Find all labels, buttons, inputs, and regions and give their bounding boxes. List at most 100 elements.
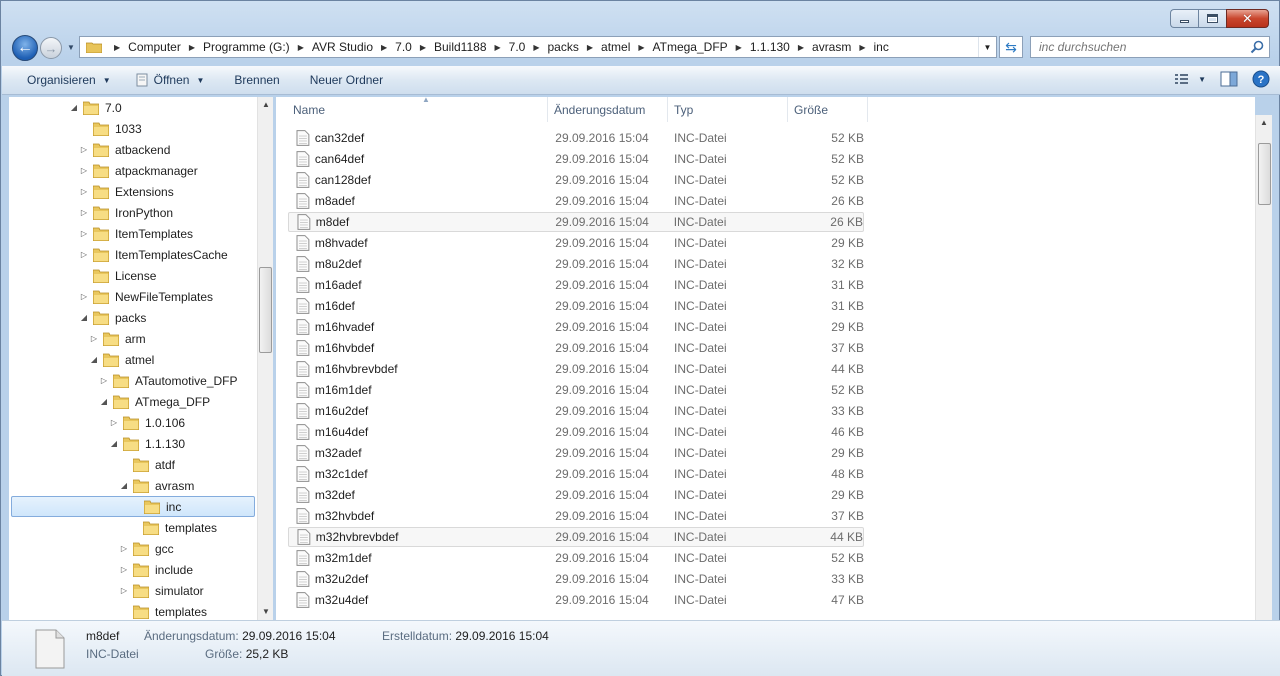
expand-arrow-icon[interactable]: ▷: [79, 187, 89, 196]
breadcrumb-item[interactable]: avrasm: [812, 40, 851, 54]
breadcrumb-separator-icon[interactable]: ▶: [533, 43, 539, 52]
minimize-button[interactable]: [1170, 9, 1198, 28]
file-row[interactable]: m16def 29.09.2016 15:04 INC-Datei 31 KB: [288, 296, 864, 316]
navigation-scrollbar[interactable]: ▲ ▼: [257, 97, 273, 620]
collapse-arrow-icon[interactable]: ◢: [99, 397, 109, 406]
file-row[interactable]: m16u4def 29.09.2016 15:04 INC-Datei 46 KB: [288, 422, 864, 442]
tree-item[interactable]: templates: [129, 517, 217, 538]
scroll-down-arrow-icon[interactable]: ▼: [258, 604, 274, 620]
expand-arrow-icon[interactable]: ▷: [79, 208, 89, 217]
breadcrumb-separator-icon[interactable]: ▶: [381, 43, 387, 52]
breadcrumb-item[interactable]: ATmega_DFP: [653, 40, 728, 54]
tree-item[interactable]: ◢ atmel: [89, 349, 154, 370]
refresh-button[interactable]: ⇆: [999, 36, 1023, 58]
back-button[interactable]: ←: [12, 35, 38, 61]
maximize-button[interactable]: [1198, 9, 1226, 28]
forward-button[interactable]: →: [40, 37, 62, 59]
breadcrumb-separator-icon[interactable]: ▶: [859, 43, 865, 52]
breadcrumb-separator-icon[interactable]: ▶: [798, 43, 804, 52]
burn-button[interactable]: Brennen: [216, 66, 291, 94]
breadcrumb-item[interactable]: AVR Studio: [312, 40, 373, 54]
file-row[interactable]: can128def 29.09.2016 15:04 INC-Datei 52 KB: [288, 170, 864, 190]
collapse-arrow-icon[interactable]: ◢: [69, 103, 79, 112]
breadcrumb-separator-icon[interactable]: ▶: [638, 43, 644, 52]
tree-item[interactable]: ◢ ATmega_DFP: [99, 391, 210, 412]
breadcrumb-item[interactable]: atmel: [601, 40, 630, 54]
recent-pages-dropdown[interactable]: ▼: [67, 43, 75, 52]
preview-pane-icon[interactable]: [1220, 71, 1238, 87]
collapse-arrow-icon[interactable]: ◢: [79, 313, 89, 322]
file-row[interactable]: m16hvbrevbdef 29.09.2016 15:04 INC-Datei 44…: [288, 359, 864, 379]
file-list-scrollbar[interactable]: ▲: [1255, 115, 1272, 620]
open-button[interactable]: Öffnen ▼: [123, 66, 217, 94]
tree-item[interactable]: templates: [119, 601, 207, 620]
file-row[interactable]: m32hvbrevbdef 29.09.2016 15:04 INC-Datei 44…: [288, 527, 864, 547]
expand-arrow-icon[interactable]: ▷: [79, 229, 89, 238]
tree-item[interactable]: inc: [11, 496, 255, 517]
file-row[interactable]: m8def 29.09.2016 15:04 INC-Datei 26 KB: [288, 212, 864, 232]
help-icon[interactable]: ?: [1252, 70, 1270, 88]
collapse-arrow-icon[interactable]: ◢: [89, 355, 99, 364]
address-bar[interactable]: ▶ Computer ▶ Programme (G:) ▶ AVR Studio ▶ 7.0 ▶…: [79, 36, 997, 58]
breadcrumb-item[interactable]: inc: [874, 40, 889, 54]
expand-arrow-icon[interactable]: ▷: [89, 334, 99, 343]
expand-arrow-icon[interactable]: ▷: [79, 145, 89, 154]
file-row[interactable]: can64def 29.09.2016 15:04 INC-Datei 52 KB: [288, 149, 864, 169]
file-row[interactable]: m16hvbdef 29.09.2016 15:04 INC-Datei 37 KB: [288, 338, 864, 358]
tree-item[interactable]: 1033: [79, 118, 142, 139]
breadcrumb-separator-icon[interactable]: ▶: [736, 43, 742, 52]
expand-arrow-icon[interactable]: ▷: [79, 292, 89, 301]
tree-item[interactable]: ▷ ATautomotive_DFP: [99, 370, 238, 391]
search-icon[interactable]: [1250, 40, 1264, 54]
column-header-name[interactable]: Name ▲: [287, 97, 548, 122]
file-row[interactable]: m16u2def 29.09.2016 15:04 INC-Datei 33 KB: [288, 401, 864, 421]
breadcrumb-item[interactable]: Build1188: [434, 40, 487, 54]
tree-item[interactable]: ▷ NewFileTemplates: [79, 286, 213, 307]
file-row[interactable]: m32hvbdef 29.09.2016 15:04 INC-Datei 37 KB: [288, 506, 864, 526]
tree-item[interactable]: ▷ atpackmanager: [79, 160, 198, 181]
address-dropdown[interactable]: ▼: [978, 37, 996, 57]
breadcrumb-item[interactable]: packs: [548, 40, 579, 54]
column-header-size[interactable]: Größe: [788, 97, 868, 122]
breadcrumb-item[interactable]: 7.0: [509, 40, 526, 54]
file-row[interactable]: m16m1def 29.09.2016 15:04 INC-Datei 52 KB: [288, 380, 864, 400]
tree-item[interactable]: ▷ arm: [89, 328, 146, 349]
collapse-arrow-icon[interactable]: ◢: [119, 481, 129, 490]
breadcrumb-separator-icon[interactable]: ▶: [420, 43, 426, 52]
breadcrumb-separator-icon[interactable]: ▶: [587, 43, 593, 52]
file-row[interactable]: m32adef 29.09.2016 15:04 INC-Datei 29 KB: [288, 443, 864, 463]
file-row[interactable]: m32u2def 29.09.2016 15:04 INC-Datei 33 KB: [288, 569, 864, 589]
organize-button[interactable]: Organisieren ▼: [2, 66, 123, 94]
file-row[interactable]: can32def 29.09.2016 15:04 INC-Datei 52 KB: [288, 128, 864, 148]
expand-arrow-icon[interactable]: ▷: [79, 250, 89, 259]
expand-arrow-icon[interactable]: ▷: [119, 586, 129, 595]
breadcrumb-separator-icon[interactable]: ▶: [495, 43, 501, 52]
file-row[interactable]: m8adef 29.09.2016 15:04 INC-Datei 26 KB: [288, 191, 864, 211]
search-input[interactable]: [1039, 40, 1239, 54]
tree-item[interactable]: ▷ include: [119, 559, 193, 580]
tree-item[interactable]: atdf: [119, 454, 175, 475]
tree-item[interactable]: ▷ IronPython: [79, 202, 173, 223]
tree-item[interactable]: ▷ gcc: [119, 538, 174, 559]
column-header-type[interactable]: Typ: [668, 97, 788, 122]
new-folder-button[interactable]: Neuer Ordner: [292, 66, 395, 94]
file-row[interactable]: m16hvadef 29.09.2016 15:04 INC-Datei 29 KB: [288, 317, 864, 337]
breadcrumb-item[interactable]: 1.1.130: [750, 40, 790, 54]
expand-arrow-icon[interactable]: ▷: [119, 565, 129, 574]
breadcrumb-separator-icon[interactable]: ▶: [298, 43, 304, 52]
tree-item[interactable]: ▷ simulator: [119, 580, 204, 601]
file-row[interactable]: m16adef 29.09.2016 15:04 INC-Datei 31 KB: [288, 275, 864, 295]
tree-item[interactable]: ▷ Extensions: [79, 181, 174, 202]
scrollbar-thumb[interactable]: [259, 267, 272, 353]
tree-item[interactable]: ◢ 7.0: [69, 97, 122, 118]
tree-item[interactable]: ▷ atbackend: [79, 139, 170, 160]
collapse-arrow-icon[interactable]: ◢: [109, 439, 119, 448]
tree-item[interactable]: ◢ avrasm: [119, 475, 194, 496]
close-button[interactable]: ✕: [1226, 9, 1269, 28]
file-row[interactable]: m32def 29.09.2016 15:04 INC-Datei 29 KB: [288, 485, 864, 505]
expand-arrow-icon[interactable]: ▷: [99, 376, 109, 385]
tree-item[interactable]: ▷ ItemTemplatesCache: [79, 244, 228, 265]
tree-item[interactable]: ▷ ItemTemplates: [79, 223, 193, 244]
file-row[interactable]: m8u2def 29.09.2016 15:04 INC-Datei 32 KB: [288, 254, 864, 274]
file-row[interactable]: m32u4def 29.09.2016 15:04 INC-Datei 47 KB: [288, 590, 864, 610]
